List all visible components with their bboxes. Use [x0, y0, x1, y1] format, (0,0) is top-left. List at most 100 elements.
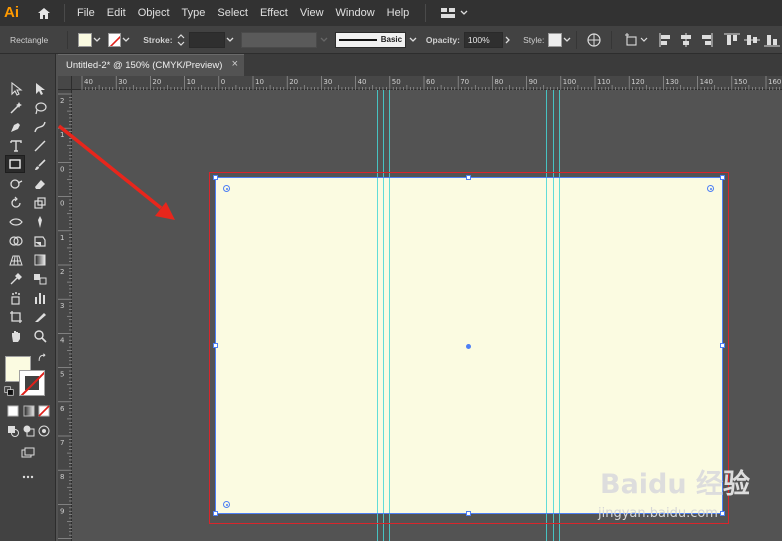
graphic-style-swatch[interactable] [548, 32, 563, 47]
ruler-tick-label: 120 [631, 78, 644, 86]
stroke-color-swatch[interactable] [19, 370, 45, 396]
transform-button[interactable] [624, 32, 648, 47]
chevron-down-icon [640, 37, 648, 42]
pen-tool-icon[interactable] [6, 118, 26, 136]
menu-divider [64, 4, 65, 22]
ruler-tick-label: 0 [221, 78, 225, 86]
align-center-icon[interactable] [676, 32, 696, 47]
ruler-tick-label: 140 [700, 78, 713, 86]
menu-edit[interactable]: Edit [101, 0, 132, 26]
draw-inside-icon[interactable] [34, 422, 54, 440]
align-middle-icon[interactable] [742, 33, 762, 47]
swap-fill-stroke-icon[interactable] [36, 352, 48, 364]
rotate-tool-icon[interactable] [6, 194, 26, 212]
chevron-down-icon[interactable] [408, 35, 418, 45]
live-corner-widget[interactable] [707, 185, 714, 192]
shaper-tool-icon[interactable] [6, 175, 26, 193]
resize-handle[interactable] [720, 175, 725, 180]
curvature-tool-icon[interactable] [30, 118, 50, 136]
close-icon[interactable]: × [232, 58, 238, 70]
live-paint-tool-icon[interactable] [30, 232, 50, 250]
ruler-tick-label: 1 [60, 131, 64, 139]
fill-color-swatch[interactable] [78, 32, 92, 47]
hand-tool-icon[interactable] [6, 327, 26, 345]
scale-tool-icon[interactable] [30, 194, 50, 212]
home-icon[interactable] [34, 3, 54, 23]
selection-tool-icon[interactable] [6, 80, 26, 98]
artboard-tool-icon[interactable] [6, 308, 26, 326]
default-fill-stroke-icon[interactable] [3, 385, 15, 397]
document-tab[interactable]: Untitled-2* @ 150% (CMYK/Preview) × [58, 54, 244, 76]
resize-handle[interactable] [466, 175, 471, 180]
horizontal-ruler[interactable]: 40 30 20 10 0 10 20 30 40 50 60 70 80 90 100 110 120 130 1… [72, 76, 782, 90]
opacity-field[interactable]: 100% [463, 31, 504, 48]
none-color-icon[interactable] [34, 402, 54, 420]
rectangle-tool-icon[interactable] [5, 155, 25, 173]
magic-wand-tool-icon[interactable] [6, 99, 26, 117]
ruler-tick-label: 80 [494, 78, 503, 86]
line-segment-tool-icon[interactable] [30, 137, 50, 155]
horizontal-ruler-ticks: 40 30 20 10 0 10 20 30 40 50 60 70 80 90 100 110 120 130 1… [81, 76, 781, 90]
brush-definition-field[interactable]: Basic [335, 31, 407, 48]
chevron-down-icon[interactable] [225, 35, 235, 45]
column-graph-tool-icon[interactable] [30, 289, 50, 307]
chevron-down-icon[interactable] [121, 35, 131, 45]
eyedropper-tool-icon[interactable] [6, 270, 26, 288]
center-point[interactable] [466, 344, 471, 349]
resize-handle[interactable] [213, 175, 218, 180]
menu-window[interactable]: Window [330, 0, 381, 26]
chevron-down-icon[interactable] [92, 35, 102, 45]
align-top-icon[interactable] [722, 33, 742, 47]
arrange-documents-button[interactable] [440, 7, 469, 19]
live-corner-widget[interactable] [223, 501, 230, 508]
vertical-ruler[interactable]: 21001234567891 [58, 90, 72, 541]
gradient-tool-icon[interactable] [30, 251, 50, 269]
menu-help[interactable]: Help [381, 0, 416, 26]
change-screen-mode-icon[interactable] [18, 444, 38, 462]
menu-type[interactable]: Type [176, 0, 212, 26]
stroke-weight-stepper[interactable] [177, 33, 187, 46]
resize-handle[interactable] [213, 343, 218, 348]
slice-tool-icon[interactable] [30, 308, 50, 326]
menu-view[interactable]: View [294, 0, 330, 26]
align-right-icon[interactable] [696, 32, 716, 47]
more-tools-icon[interactable] [18, 468, 38, 486]
symbol-sprayer-tool-icon[interactable] [6, 289, 26, 307]
lasso-tool-icon[interactable] [30, 99, 50, 117]
recolor-artwork-icon[interactable] [587, 32, 601, 47]
menu-select[interactable]: Select [211, 0, 254, 26]
puppet-warp-tool-icon[interactable] [30, 213, 50, 231]
ruler-tick-label: 40 [84, 78, 93, 86]
type-tool-icon[interactable] [6, 137, 26, 155]
style-label: Style: [523, 34, 545, 45]
chevron-down-icon[interactable] [562, 35, 572, 45]
tab-strip [244, 54, 782, 76]
ruler-tick-label: 50 [392, 78, 401, 86]
paintbrush-tool-icon[interactable] [30, 156, 50, 174]
stroke-weight-field[interactable] [189, 31, 225, 48]
menu-effect[interactable]: Effect [254, 0, 294, 26]
resize-handle[interactable] [466, 511, 471, 516]
shape-builder-tool-icon[interactable] [6, 232, 26, 250]
ruler-origin[interactable] [58, 76, 72, 90]
blend-tool-icon[interactable] [30, 270, 50, 288]
direct-selection-tool-icon[interactable] [30, 80, 50, 98]
live-corner-widget[interactable] [223, 185, 230, 192]
resize-handle[interactable] [213, 511, 218, 516]
menu-object[interactable]: Object [132, 0, 176, 26]
ruler-tick-label: 7 [60, 439, 64, 447]
chevron-down-icon[interactable] [319, 35, 329, 45]
menu-file[interactable]: File [71, 0, 101, 26]
width-tool-icon[interactable] [6, 213, 26, 231]
chevron-right-icon[interactable] [503, 35, 513, 45]
ruler-tick-label: 100 [563, 78, 576, 86]
align-bottom-icon[interactable] [762, 33, 782, 47]
variable-width-profile[interactable] [240, 31, 318, 48]
perspective-grid-tool-icon[interactable] [6, 251, 26, 269]
stroke-color-swatch[interactable] [107, 32, 122, 47]
ruler-tick-label: 3 [60, 302, 64, 310]
eraser-tool-icon[interactable] [30, 175, 50, 193]
align-left-icon[interactable] [656, 32, 676, 47]
zoom-tool-icon[interactable] [30, 327, 50, 345]
resize-handle[interactable] [720, 343, 725, 348]
